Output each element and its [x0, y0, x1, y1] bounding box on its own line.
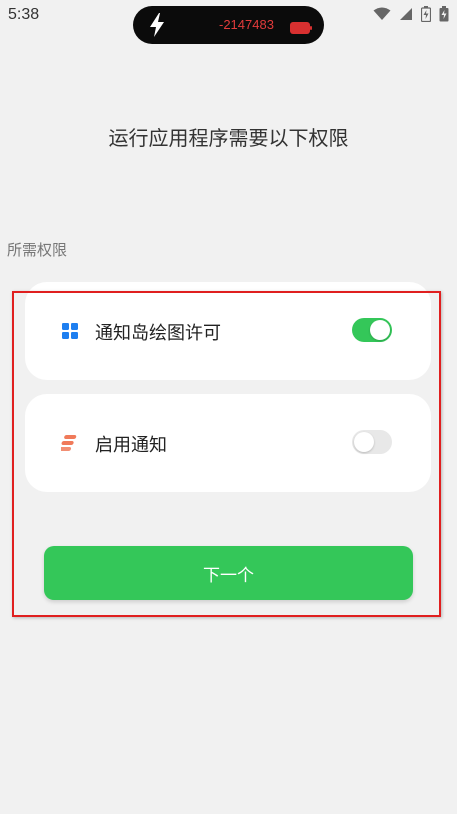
island-value: -2147483	[219, 17, 274, 32]
battery-icon	[421, 6, 431, 22]
signal-icon	[399, 7, 413, 21]
section-label: 所需权限	[7, 241, 68, 259]
charging-icon	[439, 6, 449, 22]
page-title: 运行应用程序需要以下权限	[108, 126, 349, 150]
wifi-icon	[373, 7, 391, 21]
island-battery-icon	[290, 19, 312, 38]
bolt-icon	[149, 13, 165, 41]
highlight-frame	[12, 291, 441, 617]
status-time: 5:38	[8, 6, 40, 23]
status-icons	[373, 6, 449, 22]
